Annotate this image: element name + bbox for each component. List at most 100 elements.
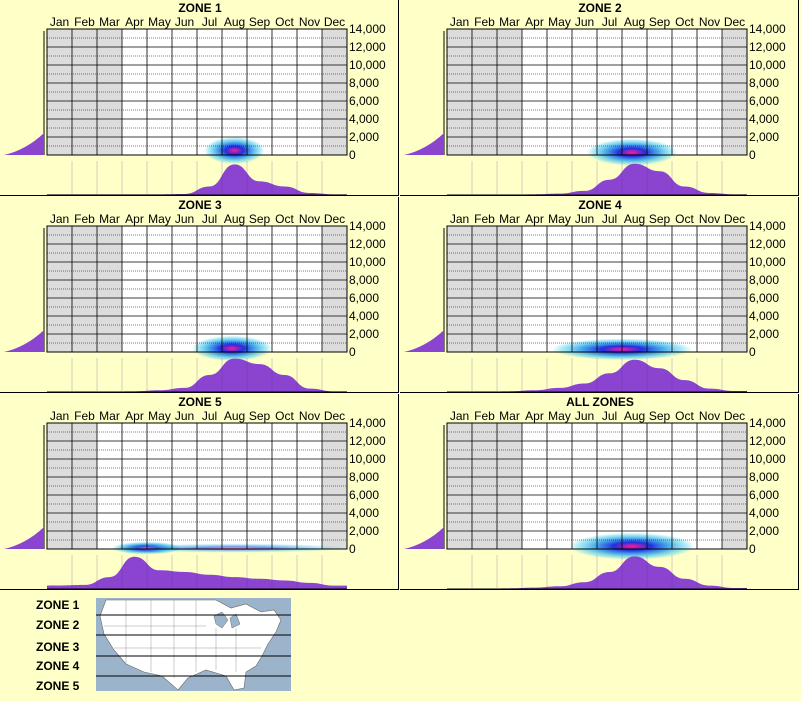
shade-left [447,423,522,549]
month-label: Aug [223,409,246,423]
month-label: Jun [174,212,195,226]
y-tick-label: 4,000 [749,112,780,126]
heat-blob [569,532,695,560]
month-label: May [148,212,171,226]
month-label: Jan [449,212,470,226]
month-label: May [548,15,571,29]
panel-3: ZONE 4 Jan Feb Mar Apr May Jun Jul Aug Sep Oct Nov D… [400,197,799,393]
month-label: Nov [698,409,721,423]
y-tick-label: 8,000 [749,470,780,484]
legend-zone-3: ZONE 3 [36,640,80,654]
panel-title: ZONE 2 [578,1,622,15]
y-tick-label: 14,000 [749,416,786,430]
month-label: Oct [275,212,294,226]
y-tick-label: 14,000 [749,22,786,36]
month-label: Feb [74,409,95,423]
month-label: May [548,409,571,423]
y-tick-label: 4,000 [749,309,780,323]
heat-blob [204,137,265,164]
month-label: Sep [248,212,271,226]
month-label: Jan [449,15,470,29]
month-label: Jul [201,15,218,29]
y-tick-label: 12,000 [349,237,386,251]
y-tick-label: 2,000 [749,130,780,144]
month-label: Oct [275,15,294,29]
month-label: Jun [574,15,595,29]
month-label: Feb [474,15,495,29]
y-tick-label: 12,000 [349,40,386,54]
month-label: Aug [623,212,646,226]
elevation-profile [404,527,444,549]
panel-2: ZONE 3 Jan Feb Mar Apr May Jun Jul Aug Sep Oct Nov D… [0,197,399,393]
month-label: Apr [125,15,144,29]
y-tick-label: 10,000 [349,255,386,269]
y-tick-label: 8,000 [749,273,780,287]
y-tick-label: 10,000 [349,452,386,466]
y-tick-label: 6,000 [349,291,380,305]
month-label: Aug [623,15,646,29]
y-tick-label: 4,000 [749,506,780,520]
month-label: Jun [174,15,195,29]
heat-blob [122,543,347,553]
heat-blob [192,335,272,361]
month-label: Dec [323,212,346,226]
month-label: Dec [323,15,346,29]
y-tick-label: 2,000 [349,130,380,144]
month-label: Jul [601,409,618,423]
y-tick-label: 10,000 [749,452,786,466]
month-label: Nov [698,212,721,226]
y-tick-label: 8,000 [349,470,380,484]
y-tick-label: 0 [749,542,756,556]
panel-title: ZONE 1 [178,1,222,15]
month-label: Nov [298,409,321,423]
month-label: Apr [125,212,144,226]
panel-chart [404,422,748,589]
y-tick-label: 6,000 [749,94,780,108]
panel-1: ZONE 2 Jan Feb Mar Apr May Jun Jul Aug Sep Oct Nov D… [400,0,799,196]
y-tick-label: 4,000 [349,112,380,126]
month-label: Dec [723,212,746,226]
month-label: Apr [525,409,544,423]
month-label: Jul [601,15,618,29]
month-label: Feb [474,212,495,226]
panel-title: ZONE 4 [578,198,622,212]
y-tick-label: 2,000 [749,524,780,538]
month-label: Feb [74,212,95,226]
y-tick-label: 14,000 [349,22,386,36]
month-label: Nov [698,15,721,29]
month-label: Jan [449,409,470,423]
month-label: Nov [298,15,321,29]
y-tick-label: 10,000 [749,58,786,72]
y-tick-label: 6,000 [749,488,780,502]
legend-zone-5: ZONE 5 [36,679,80,693]
y-tick-label: 0 [749,148,756,162]
y-tick-label: 14,000 [749,219,786,233]
month-label: Jul [201,212,218,226]
shade-left [47,29,122,155]
month-label: Oct [275,409,294,423]
month-label: Feb [74,15,95,29]
month-label: Jul [201,409,218,423]
y-tick-label: 12,000 [349,434,386,448]
y-tick-label: 6,000 [749,291,780,305]
shade-left [47,226,122,352]
panel-title: ZONE 3 [178,198,222,212]
shade-left [447,226,522,352]
y-tick-label: 4,000 [349,309,380,323]
month-label: Sep [248,15,271,29]
month-label: Feb [474,409,495,423]
month-label: Jan [49,409,70,423]
panel-chart [4,28,348,195]
month-label: May [148,409,171,423]
shade-left [447,29,522,155]
legend-zone-2: ZONE 2 [36,618,80,632]
y-tick-label: 8,000 [349,76,380,90]
month-label: Aug [623,409,646,423]
month-label: Mar [99,15,120,29]
panel-chart [404,225,748,392]
y-tick-label: 12,000 [749,237,786,251]
month-label: Oct [675,409,694,423]
month-label: Dec [323,409,346,423]
month-label: Jan [49,212,70,226]
month-label: Mar [99,409,120,423]
